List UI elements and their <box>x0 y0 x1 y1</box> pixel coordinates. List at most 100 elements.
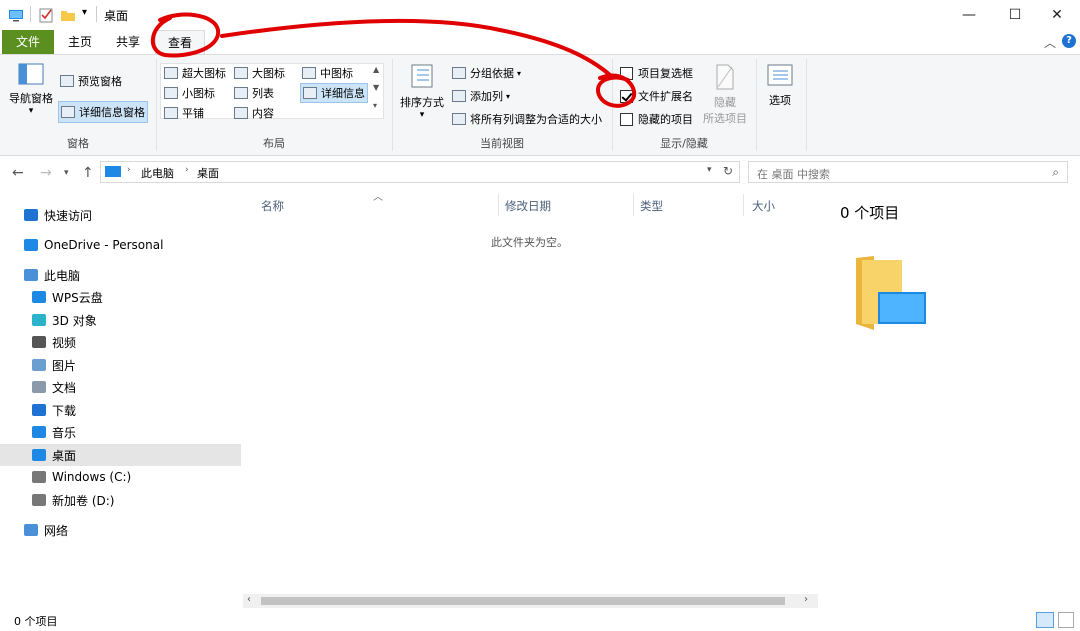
hide-selected-button[interactable]: 隐藏 所选项目 <box>700 63 750 126</box>
collapse-ribbon-icon[interactable]: ︿ <box>1044 34 1056 51</box>
hidden-items-toggle[interactable]: 隐藏的项目 <box>620 111 693 127</box>
nav-item-label: 图片 <box>52 358 77 373</box>
nav-item[interactable]: 下载 <box>0 399 241 421</box>
options-button[interactable]: 选项 <box>760 63 800 108</box>
nav-item[interactable]: 音乐 <box>0 421 241 443</box>
nav-item-label: Windows (C:) <box>52 470 132 484</box>
hide-selected-label-1: 隐藏 <box>714 96 736 109</box>
hidden-items-checkbox[interactable] <box>620 112 633 126</box>
search-icon[interactable]: ⌕ <box>1052 165 1059 180</box>
nav-item[interactable]: 视频 <box>0 331 241 353</box>
layout-tiles[interactable]: 平铺 <box>164 105 204 121</box>
details-view-icon[interactable] <box>1036 612 1054 628</box>
preview-pane-button[interactable]: 预览窗格 <box>60 73 122 89</box>
layout-medium[interactable]: 中图标 <box>302 65 353 81</box>
back-icon[interactable]: ← <box>12 165 24 181</box>
scroll-left-icon[interactable]: ‹ <box>247 594 251 605</box>
customize-toolbar-icon[interactable]: ▾ <box>82 7 87 18</box>
nav-item-label: 桌面 <box>52 448 77 463</box>
nav-item-label: OneDrive - Personal <box>44 238 164 252</box>
column-size[interactable]: 大小 <box>752 198 775 214</box>
layout-extra-large-label: 超大图标 <box>182 67 226 80</box>
nav-item[interactable]: 图片 <box>0 354 241 376</box>
scroll-right-icon[interactable]: › <box>804 594 808 605</box>
tab-view[interactable]: 查看 <box>155 30 206 54</box>
navigation-pane: 快速访问 OneDrive - Personal 此电脑 WPS云盘 3D 对象视频图片… <box>0 190 243 610</box>
layout-extra-large[interactable]: 超大图标 <box>164 65 226 81</box>
ribbon: 导航窗格 ▾ 预览窗格 详细信息窗格 窗格 超大图标 大图标 中图标 小图标 列… <box>0 54 1080 156</box>
item-checkboxes-toggle[interactable]: 项目复选框 <box>620 65 693 81</box>
help-icon[interactable]: ? <box>1062 34 1076 48</box>
nav-item[interactable]: Windows (C:) <box>0 466 241 488</box>
size-all-columns-button[interactable]: 将所有列调整为合适的大小 <box>452 111 602 127</box>
music-icon <box>32 426 46 438</box>
tab-file[interactable]: 文件 <box>2 30 54 54</box>
download-icon <box>32 404 46 416</box>
nav-pane-button[interactable]: 导航窗格 ▾ <box>6 63 56 116</box>
empty-folder-message: 此文件夹为空。 <box>491 236 568 249</box>
sort-by-button[interactable]: 排序方式 ▾ <box>398 63 446 120</box>
nav-item-label: 新加卷 (D:) <box>52 493 115 508</box>
file-extensions-toggle[interactable]: 文件扩展名 <box>620 88 693 104</box>
horizontal-scrollbar[interactable]: ‹ › <box>243 594 818 608</box>
refresh-icon[interactable]: ↻ <box>723 164 733 178</box>
close-button[interactable]: ✕ <box>1034 0 1080 30</box>
scroll-thumb[interactable] <box>261 597 785 605</box>
tab-share[interactable]: 共享 <box>104 30 152 54</box>
nav-pane-label: 导航窗格 <box>9 92 53 105</box>
large-icons-view-icon[interactable] <box>1058 612 1074 628</box>
gallery-up-icon[interactable]: ▲ <box>373 65 379 74</box>
nav-item[interactable]: OneDrive - Personal <box>0 234 241 256</box>
nav-item[interactable]: 桌面 <box>0 444 241 466</box>
details-pane-button[interactable]: 详细信息窗格 <box>58 101 148 123</box>
nav-item[interactable]: 快速访问 <box>0 204 241 226</box>
nav-item-label: 网络 <box>44 523 69 538</box>
status-bar: 0 个项目 <box>0 610 1080 631</box>
drive-icon <box>32 494 46 506</box>
new-folder-icon[interactable] <box>60 7 76 23</box>
gallery-more-icon[interactable]: ▾ <box>373 101 377 110</box>
up-icon[interactable]: ↑ <box>82 165 94 181</box>
tab-home[interactable]: 主页 <box>56 30 104 54</box>
layout-list[interactable]: 列表 <box>234 85 274 101</box>
nav-item[interactable]: 新加卷 (D:) <box>0 489 241 511</box>
maximize-button[interactable]: ☐ <box>992 0 1038 30</box>
nav-item[interactable]: WPS云盘 <box>0 286 241 308</box>
nav-item[interactable]: 文档 <box>0 376 241 398</box>
hide-selected-icon <box>716 64 734 90</box>
sort-arrow-icon: ︿ <box>373 192 383 203</box>
breadcrumb-this-pc[interactable]: 此电脑 <box>141 165 174 181</box>
item-checkboxes-checkbox[interactable] <box>620 66 633 80</box>
group-by-button[interactable]: 分组依据 ▾ <box>452 65 521 81</box>
recent-locations-icon[interactable]: ▾ <box>64 168 69 178</box>
add-columns-button[interactable]: 添加列 ▾ <box>452 88 510 104</box>
properties-icon[interactable] <box>38 7 54 23</box>
forward-icon[interactable]: → <box>40 165 52 181</box>
search-input[interactable]: 在 桌面 中搜索 ⌕ <box>748 161 1068 183</box>
layout-large[interactable]: 大图标 <box>234 65 285 81</box>
minimize-button[interactable]: — <box>946 0 992 30</box>
drive-icon <box>32 471 46 483</box>
layout-details[interactable]: 详细信息 <box>300 83 368 103</box>
breadcrumb-desktop[interactable]: 桌面 <box>197 165 219 181</box>
medium-icons-icon <box>302 67 316 79</box>
window-title: 桌面 <box>104 9 129 23</box>
address-dropdown-icon[interactable]: ▾ <box>707 165 712 175</box>
nav-item-label: 快速访问 <box>44 208 93 223</box>
layout-small[interactable]: 小图标 <box>164 85 215 101</box>
nav-item-label: 3D 对象 <box>52 313 97 328</box>
layout-small-label: 小图标 <box>182 87 215 100</box>
column-name[interactable]: 名称 <box>261 198 284 214</box>
size-all-columns-label: 将所有列调整为合适的大小 <box>470 113 602 126</box>
column-modified[interactable]: 修改日期 <box>505 198 551 214</box>
network-icon <box>24 524 38 536</box>
gallery-down-icon[interactable]: ▼ <box>373 83 379 92</box>
nav-item-label: 下载 <box>52 403 77 418</box>
layout-content[interactable]: 内容 <box>234 105 274 121</box>
nav-item[interactable]: 此电脑 <box>0 264 241 286</box>
file-extensions-checkbox[interactable] <box>620 89 633 103</box>
address-bar[interactable]: › 此电脑 › 桌面 ▾ ↻ <box>100 161 740 183</box>
column-type[interactable]: 类型 <box>640 198 663 214</box>
nav-item[interactable]: 3D 对象 <box>0 309 241 331</box>
nav-item[interactable]: 网络 <box>0 519 241 541</box>
